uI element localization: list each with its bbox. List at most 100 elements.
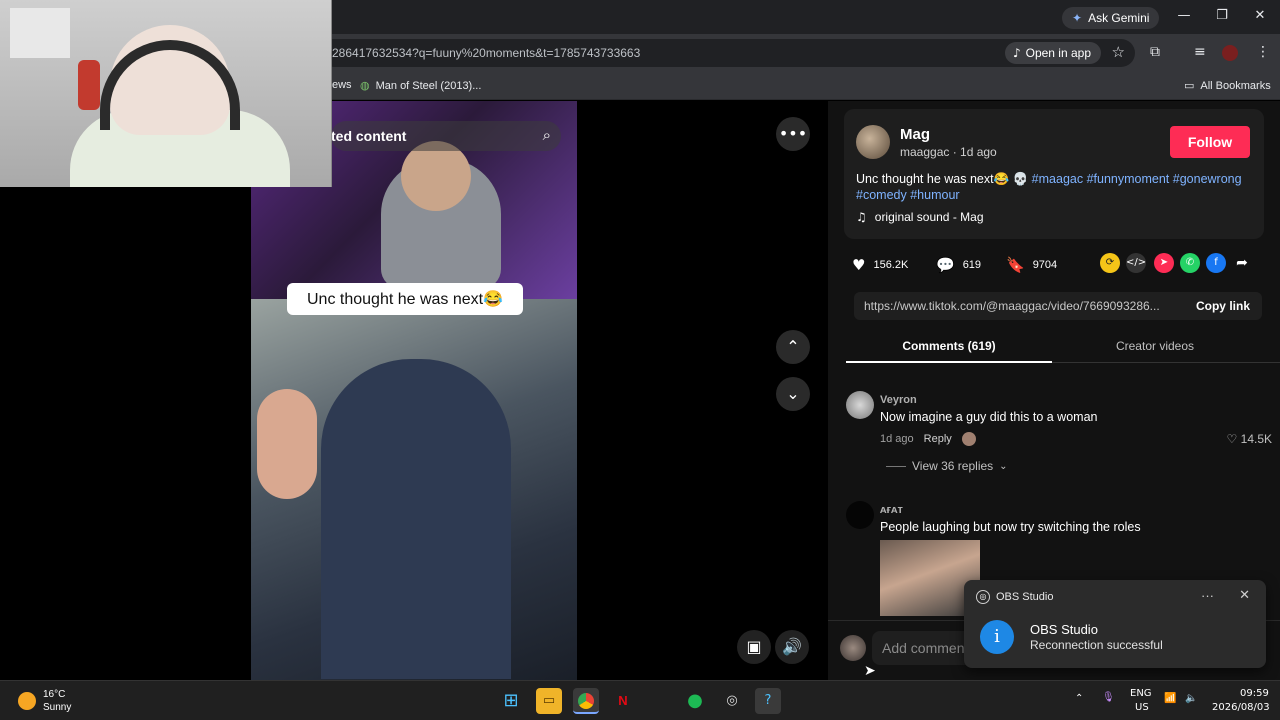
menu-kebab-icon[interactable]: ⋮: [1256, 44, 1270, 60]
more-horizontal-icon[interactable]: ···: [1201, 588, 1214, 603]
wifi-icon[interactable]: 📶: [1164, 693, 1176, 704]
author-card: Mag maaggac · 1d ago Follow Unc thought …: [844, 109, 1264, 239]
bookmark-man-of-steel[interactable]: ◍ Man of Steel (2013)...: [360, 79, 481, 92]
netflix-icon[interactable]: N: [610, 688, 636, 714]
pip-icon[interactable]: ▣: [737, 630, 771, 664]
obs-notification[interactable]: ◎ OBS Studio ··· ✕ i OBS Studio Reconnec…: [964, 580, 1266, 668]
commenter-avatar[interactable]: [846, 391, 874, 419]
weather-temp[interactable]: 16°C: [43, 689, 65, 700]
repost-icon[interactable]: ⟳: [1100, 253, 1120, 273]
video-man: [321, 359, 511, 679]
view-replies-label: View 36 replies: [912, 459, 994, 473]
clock-time[interactable]: 09:59: [1240, 688, 1269, 699]
folder-icon: ▭: [1184, 79, 1195, 92]
author-handle[interactable]: maaggac · 1d ago: [900, 145, 997, 159]
webcam-background-object: [10, 8, 70, 58]
follow-button[interactable]: Follow: [1170, 126, 1250, 158]
heart-outline-icon: ♡: [1226, 432, 1238, 446]
open-in-app-button[interactable]: ♪ Open in app: [1004, 42, 1101, 64]
embed-icon[interactable]: </>: [1126, 253, 1146, 273]
comment-button[interactable]: 💬 619: [936, 256, 981, 274]
commenter-avatar[interactable]: [846, 501, 874, 529]
comment-username[interactable]: Veyron: [880, 394, 917, 406]
address-bar[interactable]: 286417632534?q=fuuny%20moments&t=1785743…: [320, 39, 1135, 67]
chevron-down-icon[interactable]: ⌄: [776, 377, 810, 411]
chevron-down-small-icon: ⌄: [999, 460, 1008, 472]
tray-chevron-up-icon[interactable]: ⌃: [1075, 693, 1083, 704]
help-app-icon[interactable]: ?: [755, 688, 781, 714]
speaker-icon[interactable]: 🔈: [1185, 693, 1197, 704]
sun-icon[interactable]: [18, 692, 36, 710]
video-search-overlay[interactable]: ted content ⌕: [331, 121, 561, 151]
copy-link-button[interactable]: Copy link: [1196, 299, 1250, 313]
close-window-icon[interactable]: ✕: [1248, 8, 1272, 26]
hashtag[interactable]: #comedy: [856, 188, 907, 202]
video-caption: Unc thought he was next😂: [287, 283, 524, 315]
hashtag[interactable]: #humour: [910, 188, 959, 202]
video-player[interactable]: ted content ⌕ Unc thought he was next😂: [251, 101, 577, 680]
chevron-up-icon[interactable]: ⌃: [776, 330, 810, 364]
media-control-icon[interactable]: ≡: [1194, 44, 1206, 60]
clock-date[interactable]: 2026/08/03: [1212, 702, 1270, 713]
url-text[interactable]: 286417632534?q=fuuny%20moments&t=1785743…: [332, 46, 640, 60]
comment-text: Now imagine a guy did this to a woman: [880, 410, 1098, 424]
sound-label: original sound - Mag: [874, 210, 984, 224]
view-replies-button[interactable]: View 36 replies ⌄: [886, 459, 1008, 473]
search-icon[interactable]: ⌕: [543, 126, 551, 144]
windows-start-icon[interactable]: ⊞: [498, 688, 524, 714]
tiktok-icon: ♪: [1012, 46, 1021, 60]
comment-age: 1d ago: [880, 433, 914, 445]
spotify-icon[interactable]: ●: [682, 688, 708, 714]
hashtag[interactable]: #gonewrong: [1173, 172, 1242, 186]
bookmark-star-icon[interactable]: ☆: [1112, 43, 1125, 61]
open-in-app-label: Open in app: [1025, 46, 1091, 60]
all-bookmarks[interactable]: ▭ All Bookmarks: [1184, 79, 1271, 92]
author-avatar[interactable]: [856, 125, 890, 159]
comment-like-button[interactable]: ♡ 14.5K: [1227, 432, 1272, 446]
microphone-icon[interactable]: 🎙: [1102, 692, 1115, 703]
mouse-cursor-icon: ➤: [864, 663, 876, 679]
my-avatar: [840, 635, 866, 661]
creator-liked-avatar: [961, 432, 976, 446]
tab-comments[interactable]: Comments (619): [846, 339, 1052, 363]
volume-icon[interactable]: 🔊: [775, 630, 809, 664]
restore-icon[interactable]: ❐: [1210, 8, 1234, 26]
info-icon: i: [980, 620, 1014, 654]
action-bar: ♥ 156.2K 💬 619 🔖 9704 ⟳ </> ➤ ✆ f ➦: [852, 253, 1262, 277]
language-region[interactable]: US: [1135, 702, 1149, 713]
chrome-icon[interactable]: [573, 688, 599, 714]
toast-app-name: OBS Studio: [996, 591, 1054, 603]
bookmark-news[interactable]: ews: [332, 79, 352, 91]
minimize-icon[interactable]: —: [1172, 8, 1196, 26]
sound-link[interactable]: ♫ original sound - Mag: [856, 210, 984, 224]
comment-icon: 💬: [936, 256, 955, 274]
file-explorer-icon[interactable]: ▭: [536, 688, 562, 714]
music-note-icon: ♫: [856, 210, 867, 224]
comment-username[interactable]: ᴀғᴀᴛ: [880, 504, 903, 516]
hashtag[interactable]: #funnymoment: [1087, 172, 1170, 186]
obs-taskbar-icon[interactable]: ◎: [719, 688, 745, 714]
video-link-text[interactable]: https://www.tiktok.com/@maaggac/video/76…: [864, 299, 1174, 313]
save-button[interactable]: 🔖 9704: [1006, 256, 1057, 274]
send-icon[interactable]: ➤: [1154, 253, 1174, 273]
like-count: 156.2K: [873, 259, 909, 271]
close-icon[interactable]: ✕: [1239, 588, 1250, 603]
more-options-icon[interactable]: •••: [776, 117, 810, 151]
tab-creator-videos[interactable]: Creator videos: [1052, 339, 1258, 353]
author-name[interactable]: Mag: [900, 126, 930, 143]
ask-gemini-button[interactable]: ✦ Ask Gemini: [1062, 7, 1160, 29]
screen: ✦ Ask Gemini — ❐ ✕ 286417632534?q=fuuny%…: [0, 0, 1280, 720]
reply-button[interactable]: Reply: [924, 433, 952, 445]
panel-tabs: Comments (619) Creator videos: [846, 333, 1280, 363]
extensions-icon[interactable]: ⧉: [1150, 44, 1160, 60]
windows-taskbar: 16°C Sunny ⊞ ▭ N ● ◎ ? ⌃ 🎙 ENG US 📶 🔈 09…: [0, 680, 1280, 720]
hashtag[interactable]: #maagac: [1032, 172, 1083, 186]
share-arrow-icon[interactable]: ➦: [1232, 253, 1252, 273]
weather-desc[interactable]: Sunny: [43, 702, 71, 713]
facebook-icon[interactable]: f: [1206, 253, 1226, 273]
profile-avatar[interactable]: [1222, 45, 1238, 61]
language-code[interactable]: ENG: [1130, 688, 1152, 699]
whatsapp-icon[interactable]: ✆: [1180, 253, 1200, 273]
globe-icon: ◍: [360, 79, 370, 92]
like-button[interactable]: ♥ 156.2K: [852, 256, 908, 274]
